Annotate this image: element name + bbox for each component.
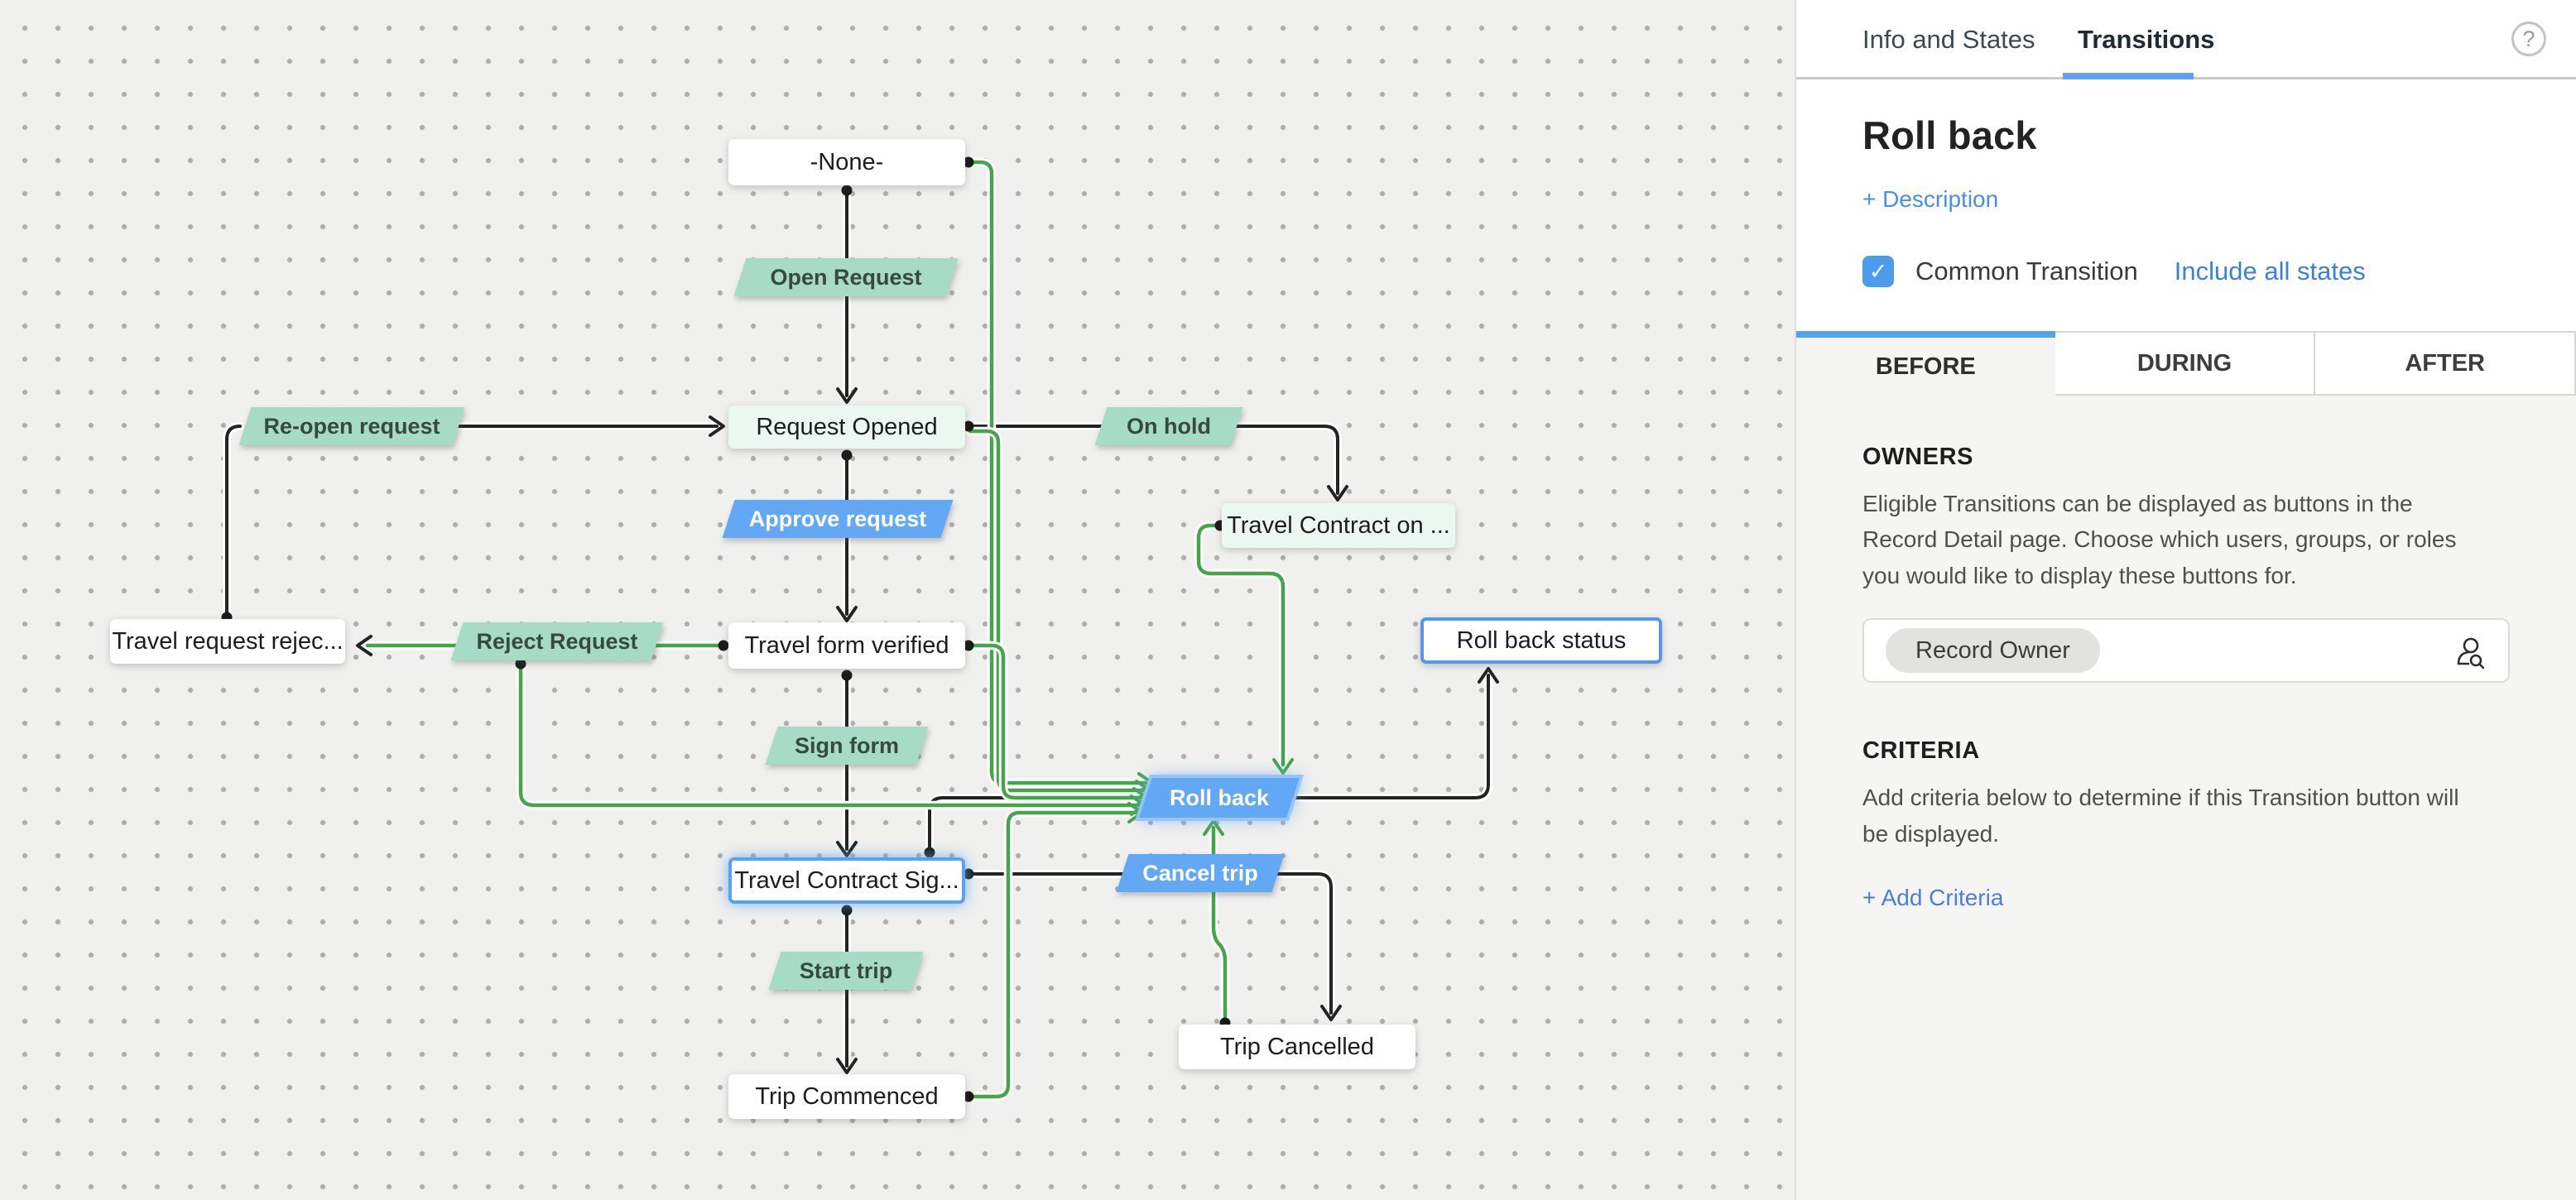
transition-label: Sign form: [771, 727, 922, 765]
edge-onholdstate-to-rollback: [1199, 526, 1283, 765]
common-transition-row: ✓ Common Transition Include all states: [1862, 256, 2510, 287]
blueprint-editor: -None- Request Opened Travel Contract on .…: [0, 0, 2576, 1200]
state-label: Travel Contract on ...: [1227, 512, 1450, 540]
state-label: Travel request rejec...: [112, 628, 343, 655]
state-label: Trip Commenced: [755, 1083, 938, 1111]
state-roll-back-status[interactable]: Roll back status: [1420, 617, 1662, 664]
port-dot-none-to-request-opened: [842, 185, 853, 196]
help-icon[interactable]: ?: [2511, 22, 2546, 56]
state-label: Trip Cancelled: [1220, 1034, 1374, 1061]
owners-section: OWNERS Eligible Transitions can be displ…: [1862, 444, 2508, 683]
state-none[interactable]: -None-: [728, 139, 965, 185]
transition-label: Approve request: [728, 500, 947, 538]
common-transition-checkbox[interactable]: ✓: [1862, 256, 1894, 287]
criteria-description: Add criteria below to determine if this …: [1862, 780, 2472, 852]
state-request-opened[interactable]: Request Opened: [728, 406, 965, 449]
transition-on-hold[interactable]: On hold: [1101, 407, 1237, 445]
tab-after[interactable]: AFTER: [2315, 331, 2576, 396]
state-travel-form-verified[interactable]: Travel form verified: [728, 622, 965, 669]
transition-label: Re-open request: [245, 407, 459, 445]
owners-heading: OWNERS: [1862, 444, 2508, 471]
edge-signed-canceltrip-cancelled: [970, 874, 1331, 1013]
state-travel-contract-onhold[interactable]: Travel Contract on ...: [1222, 503, 1455, 548]
transition-cancel-trip[interactable]: Cancel trip: [1122, 854, 1278, 892]
active-tab-underline: [2063, 73, 2194, 79]
state-label: Roll back status: [1457, 627, 1627, 655]
transition-info-section: Roll back + Description ✓ Common Transit…: [1796, 79, 2576, 331]
edge-commenced-to-rollback: [970, 813, 1136, 1097]
port-dot-signed-starttrip-commenced: [842, 905, 853, 916]
transition-label: On hold: [1101, 407, 1237, 445]
state-label: Request Opened: [756, 414, 937, 441]
transition-sign-form[interactable]: Sign form: [771, 727, 922, 765]
transition-label: Open Request: [740, 258, 952, 296]
port-dot-verified-signform-signed: [842, 670, 853, 681]
transition-reject-request[interactable]: Reject Request: [457, 622, 657, 660]
transition-re-open-request[interactable]: Re-open request: [245, 407, 459, 445]
common-transition-label: Common Transition: [1915, 257, 2138, 286]
port-dot-requestopened-approve-verified: [842, 450, 853, 461]
state-trip-commenced[interactable]: Trip Commenced: [728, 1074, 965, 1119]
owners-description: Eligible Transitions can be displayed as…: [1862, 486, 2472, 593]
include-all-states-link[interactable]: Include all states: [2175, 257, 2366, 286]
transition-approve-request[interactable]: Approve request: [728, 500, 947, 538]
tab-before[interactable]: BEFORE: [1796, 331, 2055, 396]
onholdstate-to-rollback-casing: [1199, 526, 1283, 765]
transition-label: Roll back: [1146, 778, 1293, 818]
edge-signed-rollback-status: [930, 675, 1488, 849]
tab-during[interactable]: DURING: [2055, 331, 2316, 396]
transition-open-request[interactable]: Open Request: [740, 258, 952, 296]
blueprint-canvas[interactable]: -None- Request Opened Travel Contract on .…: [0, 0, 1795, 1200]
transition-title: Roll back: [1862, 113, 2510, 158]
before-tab-content: OWNERS Eligible Transitions can be displ…: [1796, 396, 2576, 911]
criteria-heading: CRITERIA: [1862, 737, 2508, 765]
state-label: Travel form verified: [744, 632, 949, 660]
transition-label: Reject Request: [457, 622, 657, 660]
criteria-section: CRITERIA Add criteria below to determine…: [1862, 737, 2508, 911]
state-trip-cancelled[interactable]: Trip Cancelled: [1179, 1025, 1415, 1069]
user-search-icon[interactable]: [2452, 634, 2490, 676]
transition-detail-panel: Info and States Transitions ? Roll back …: [1795, 0, 2576, 1200]
signed-canceltrip-cancelled-casing: [970, 874, 1331, 1013]
panel-header: Info and States Transitions ?: [1796, 0, 2576, 79]
state-label: -None-: [810, 149, 884, 176]
port-dot-reject-to-rejected: [718, 641, 729, 651]
port-dot-signed-rollback-status: [925, 847, 935, 858]
state-label: Travel Contract Sig...: [734, 867, 959, 895]
state-travel-contract-signed[interactable]: Travel Contract Sig...: [728, 857, 965, 904]
owner-chip[interactable]: Record Owner: [1886, 628, 2100, 673]
tab-info-and-states[interactable]: Info and States: [1862, 0, 2035, 79]
transition-label: Start trip: [775, 952, 917, 990]
add-description-link[interactable]: + Description: [1862, 186, 1998, 213]
transition-roll-back[interactable]: Roll back: [1146, 778, 1293, 818]
tab-transitions[interactable]: Transitions: [2078, 0, 2214, 79]
signed-rollback-status-casing: [930, 675, 1488, 849]
requestopened-to-rollback-casing: [970, 431, 1143, 790]
rejected-to-reopen-casing: [227, 426, 240, 616]
transition-label: Cancel trip: [1122, 854, 1278, 892]
commenced-to-rollback-casing: [970, 813, 1136, 1097]
phase-tabs: BEFORE DURING AFTER: [1796, 331, 2576, 396]
owners-input[interactable]: Record Owner: [1862, 618, 2510, 683]
add-criteria-link[interactable]: + Add Criteria: [1862, 885, 2003, 911]
state-travel-request-rejected[interactable]: Travel request rejec...: [110, 619, 345, 664]
transition-start-trip[interactable]: Start trip: [775, 952, 917, 990]
